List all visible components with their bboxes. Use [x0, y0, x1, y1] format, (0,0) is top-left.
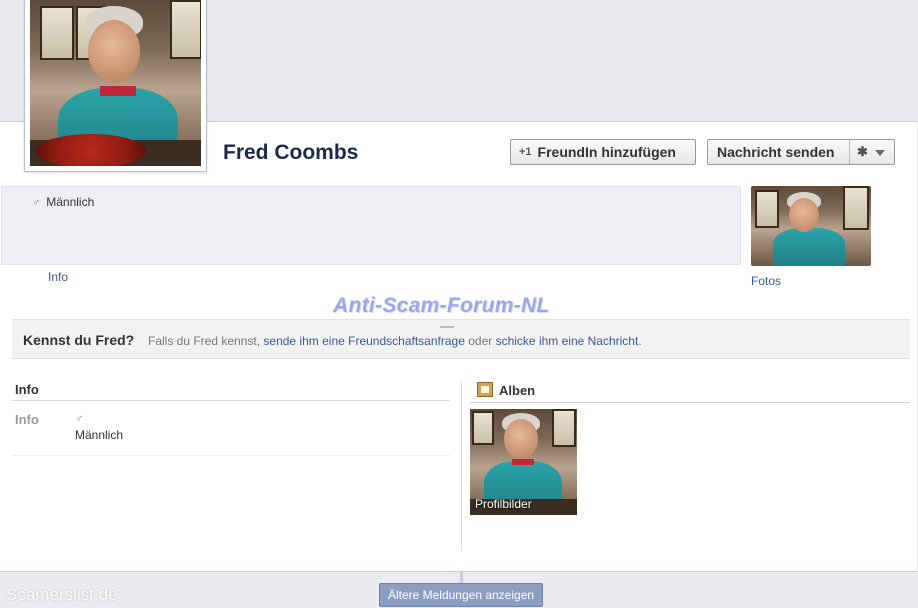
fotos-link[interactable]: Fotos	[751, 274, 781, 288]
profile-info-box: ♂ Männlich	[1, 186, 741, 265]
add-friend-label: FreundIn hinzufügen	[537, 144, 676, 160]
gender-text: Männlich	[46, 195, 95, 209]
albums-section-title: Alben	[499, 383, 536, 398]
fotos-photo	[751, 186, 871, 266]
album-caption: Profilbilder	[475, 497, 532, 511]
divider-dash	[440, 326, 454, 328]
know-fred-bar: Kennst du Fred? Falls du Fred kennst, se…	[12, 319, 910, 359]
send-message-label: Nachricht senden	[717, 144, 835, 160]
older-posts-button[interactable]: Ältere Meldungen anzeigen	[379, 583, 543, 607]
know-middle: oder	[468, 334, 493, 348]
send-message-button[interactable]: Nachricht senden ✱	[707, 139, 895, 165]
info-row-divider	[12, 455, 450, 456]
know-suffix: .	[638, 334, 642, 348]
send-friend-request-link[interactable]: sende ihm eine Freundschaftsanfrage	[263, 334, 464, 348]
gear-icon[interactable]: ✱	[857, 144, 868, 160]
info-tab-link[interactable]: Info	[48, 270, 68, 284]
gender-line: ♂ Männlich	[32, 195, 94, 209]
timeline-connector	[460, 571, 463, 583]
album-profilbilder[interactable]: Profilbilder	[470, 409, 577, 515]
profile-name: Fred Coombs	[223, 141, 359, 164]
add-friend-icon: +1	[519, 146, 532, 158]
profile-photo	[30, 0, 201, 166]
info-row-value: Männlich	[75, 428, 124, 442]
button-divider	[849, 140, 850, 164]
know-prefix: Falls du Fred kennst,	[148, 334, 261, 348]
fotos-thumbnail[interactable]	[751, 186, 871, 266]
column-divider	[461, 381, 462, 551]
send-message-link[interactable]: schicke ihm eine Nachricht	[496, 334, 639, 348]
album-icon	[477, 382, 493, 397]
know-text: Falls du Fred kennst, sende ihm eine Fre…	[148, 334, 642, 348]
info-section-title: Info	[15, 382, 39, 397]
info-divider	[12, 400, 450, 401]
albums-divider	[470, 402, 910, 403]
profile-picture[interactable]	[24, 0, 207, 172]
add-friend-button[interactable]: +1 FreundIn hinzufügen	[510, 139, 696, 165]
male-icon: ♂	[32, 197, 41, 209]
info-row-label: Info	[15, 412, 39, 427]
watermark-text: Anti-Scam-Forum-NL	[333, 294, 550, 317]
site-watermark: Scamerslist.de	[6, 585, 118, 604]
male-icon: ♂	[75, 413, 84, 425]
chevron-down-icon[interactable]	[875, 150, 885, 156]
know-question: Kennst du Fred?	[23, 332, 135, 348]
